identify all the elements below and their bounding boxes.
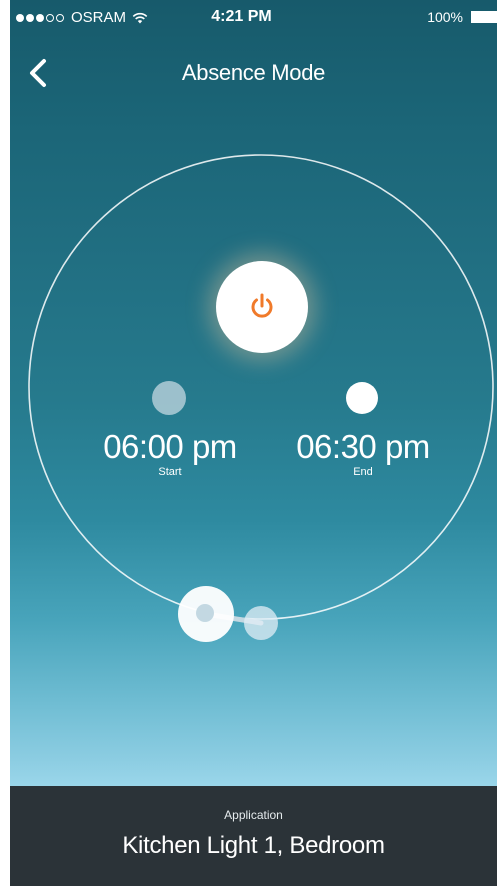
start-time-caption: Start — [158, 466, 182, 478]
range-end-handle[interactable] — [244, 606, 278, 640]
power-icon — [251, 293, 273, 318]
application-value: Kitchen Light 1, Bedroom — [122, 832, 385, 859]
range-start-handle[interactable] — [178, 586, 234, 642]
absence-mode-screen: OSRAM 4:21 PM 100% Absence Mode 06:00 pm… — [10, 0, 497, 886]
start-time-value: 06:00 pm — [103, 428, 237, 465]
power-toggle-button[interactable] — [216, 261, 308, 353]
end-time-caption: End — [353, 466, 373, 478]
start-time-block[interactable]: 06:00 pm Start — [85, 428, 255, 478]
application-label: Application — [224, 808, 283, 822]
start-time-knob[interactable] — [152, 381, 186, 415]
end-time-block[interactable]: 06:30 pm End — [278, 428, 448, 478]
dial-ring — [28, 154, 494, 620]
end-time-value: 06:30 pm — [296, 428, 430, 465]
end-time-knob[interactable] — [346, 382, 378, 414]
range-start-handle-center — [196, 604, 214, 622]
application-selector[interactable]: Application Kitchen Light 1, Bedroom — [10, 786, 497, 886]
